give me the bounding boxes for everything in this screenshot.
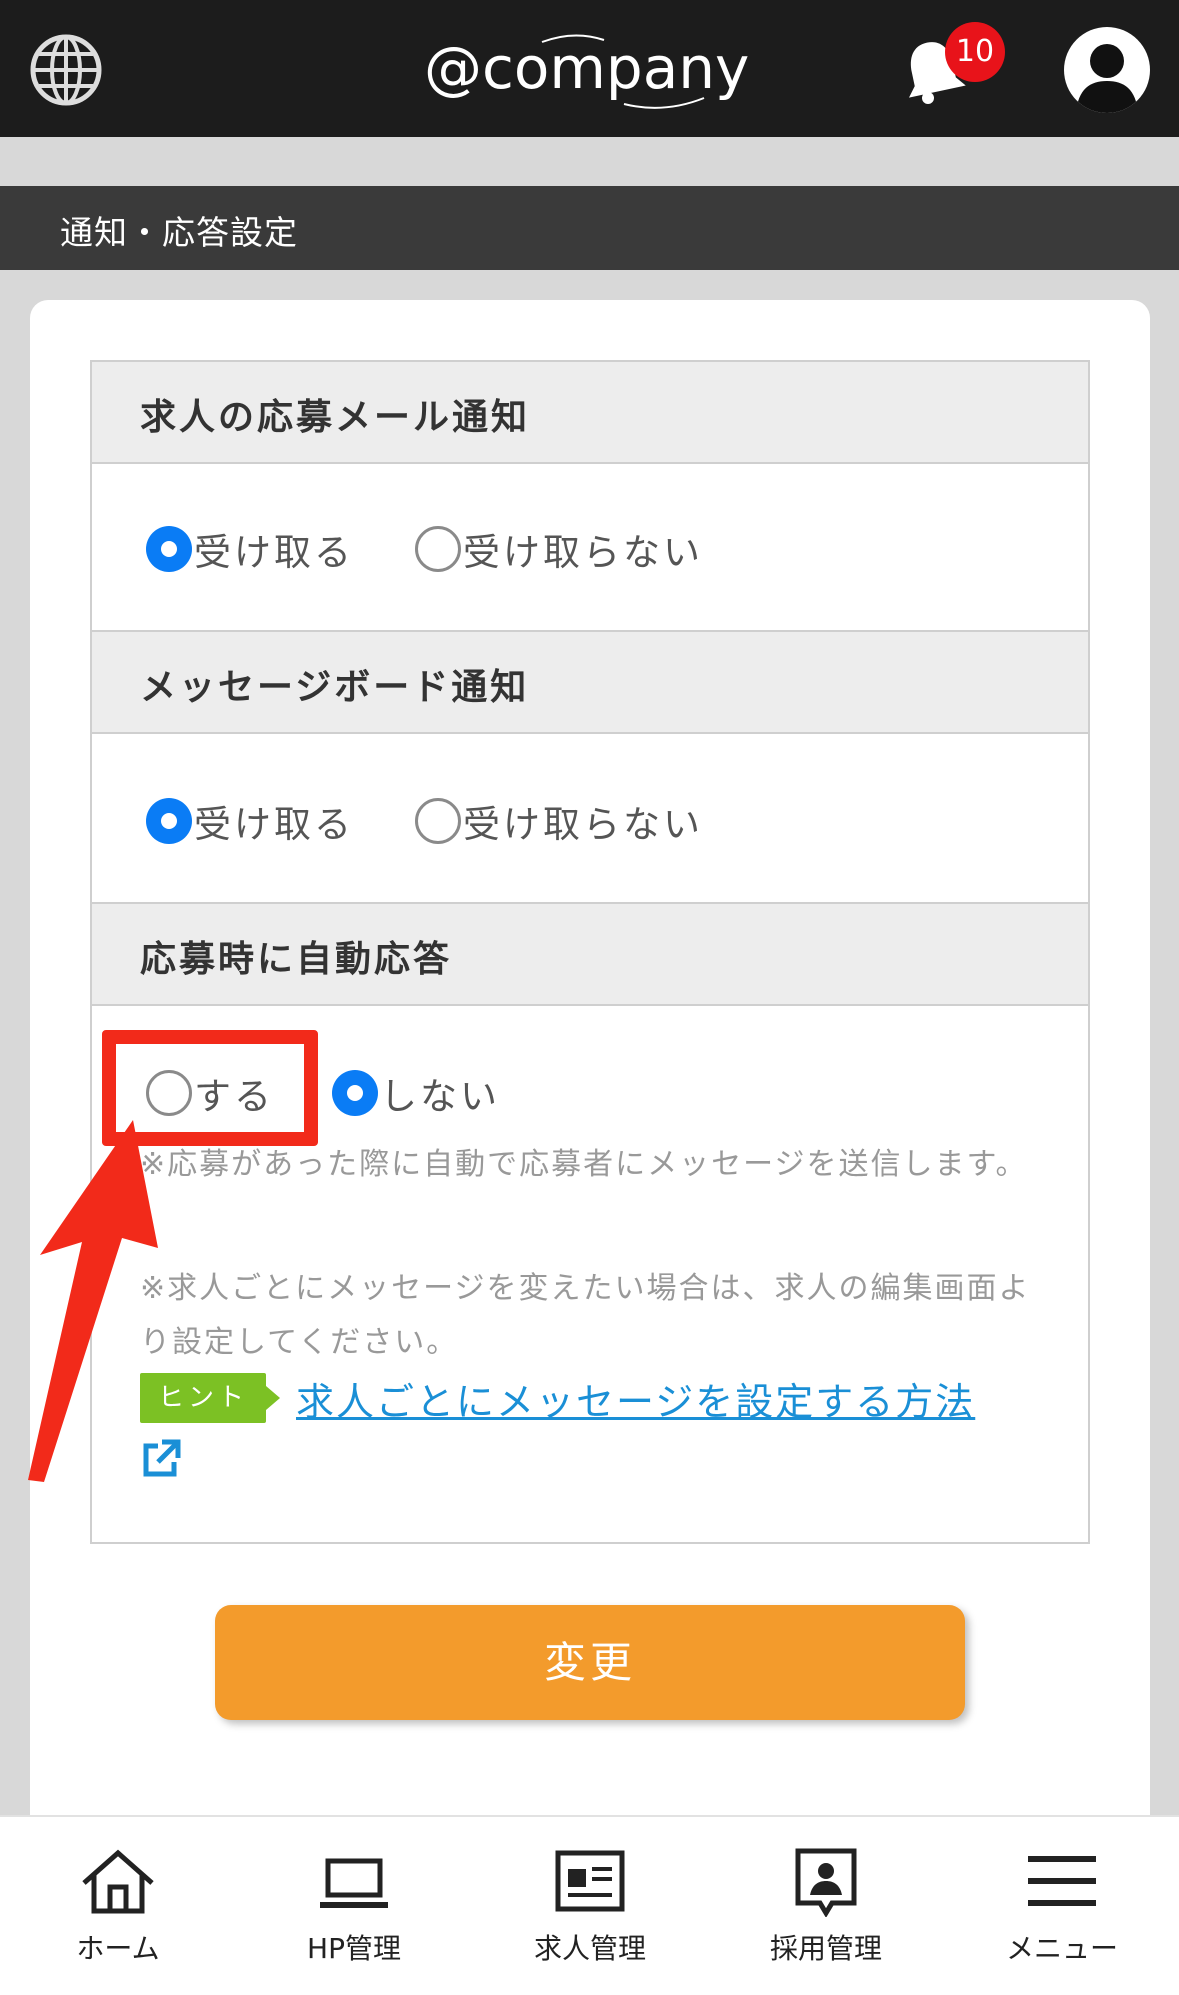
nav-menu[interactable]: メニュー [944, 1817, 1179, 1995]
nav-recruitment-management[interactable]: 採用管理 [708, 1817, 944, 1995]
mail-notify-decline-option[interactable]: 受け取らない [415, 522, 703, 576]
message-board-heading-bar: メッセージボード通知 [90, 630, 1090, 734]
globe-icon[interactable] [28, 32, 104, 108]
message-board-heading: メッセージボード通知 [140, 667, 530, 708]
auto-reply-heading: 応募時に自動応答 [140, 939, 453, 980]
option-label: 受け取る [194, 531, 354, 574]
nav-hp-management[interactable]: HP管理 [236, 1817, 472, 1995]
home-icon [82, 1849, 154, 1914]
notification-count-badge: 10 [945, 22, 1005, 82]
radio-button-selected[interactable] [332, 1070, 378, 1116]
job-listing-icon [555, 1850, 625, 1912]
option-label: 受け取る [194, 803, 354, 846]
radio-button[interactable] [415, 798, 461, 844]
option-label: しない [380, 1075, 500, 1118]
page-title: 通知・応答設定 [60, 213, 298, 252]
logo-text: @company [424, 34, 749, 102]
nav-menu-label: メニュー [1005, 1932, 1118, 1965]
board-notify-decline-option[interactable]: 受け取らない [415, 794, 703, 848]
nav-job-management[interactable]: 求人管理 [472, 1817, 708, 1995]
app-header: @company 10 [0, 0, 1179, 137]
hamburger-menu-icon [1028, 1856, 1096, 1906]
radio-button[interactable] [415, 526, 461, 572]
radio-button-selected[interactable] [146, 798, 192, 844]
auto-reply-note-1: ※応募があった際に自動で応募者にメッセージを送信します。 [140, 1147, 1028, 1182]
bottom-navigation: ホーム HP管理 求人管理 採用管理 メニュー [0, 1815, 1179, 1995]
auto-reply-note-2: ※求人ごとにメッセージを変えたい場合は、求人の編集画面より設定してください。 [140, 1271, 1031, 1360]
person-board-icon [795, 1848, 857, 1917]
page-title-bar: 通知・応答設定 [0, 186, 1179, 270]
user-silhouette-icon [1076, 44, 1138, 113]
nav-home[interactable]: ホーム [0, 1817, 236, 1995]
nav-recruitment-management-label: 採用管理 [769, 1932, 882, 1965]
change-button[interactable]: 変更 [215, 1605, 965, 1720]
option-label: 受け取らない [463, 803, 703, 846]
annotation-arrow [28, 1120, 158, 1482]
nav-home-label: ホーム [76, 1932, 160, 1965]
mail-notify-receive-option[interactable]: 受け取る [146, 522, 354, 576]
nav-job-management-label: 求人管理 [533, 1932, 646, 1965]
user-avatar[interactable] [1064, 27, 1150, 113]
company-logo[interactable]: @company [424, 22, 754, 112]
option-label: 受け取らない [463, 531, 703, 574]
nav-hp-management-label: HP管理 [307, 1932, 401, 1965]
auto-reply-off-option[interactable]: しない [332, 1066, 500, 1120]
auto-reply-heading-bar: 応募時に自動応答 [90, 902, 1090, 1006]
hint-link[interactable]: 求人ごとにメッセージを設定する方法 [296, 1371, 975, 1426]
laptop-icon [320, 1858, 388, 1908]
board-notify-receive-option[interactable]: 受け取る [146, 794, 354, 848]
mail-notification-heading-bar: 求人の応募メール通知 [90, 360, 1090, 464]
radio-button-selected[interactable] [146, 526, 192, 572]
mail-notification-heading: 求人の応募メール通知 [140, 397, 531, 438]
